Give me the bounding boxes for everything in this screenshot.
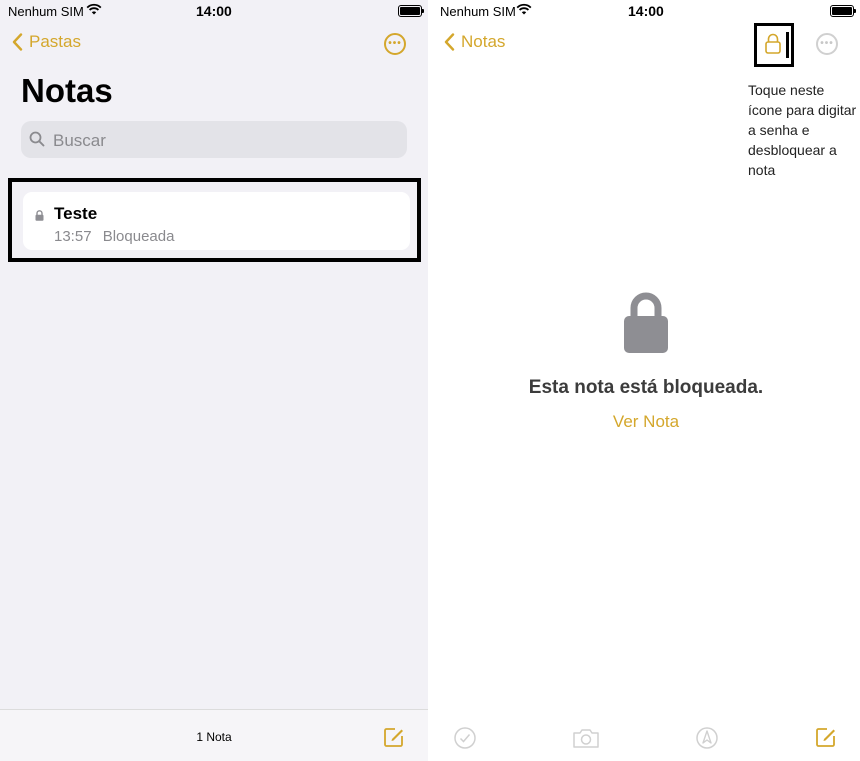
search-bar[interactable] — [21, 121, 407, 160]
list-item[interactable]: Teste 13:57 Bloqueada — [23, 192, 410, 250]
lock-button-highlight — [754, 23, 794, 67]
chevron-left-icon — [444, 33, 455, 51]
wifi-icon — [516, 3, 532, 18]
compose-icon[interactable] — [815, 726, 837, 753]
bottom-toolbar — [432, 710, 860, 761]
compose-icon[interactable] — [383, 726, 405, 753]
back-label: Notas — [461, 32, 506, 51]
ellipsis-circle-icon: ••• — [820, 38, 834, 49]
status-time: 14:00 — [196, 3, 232, 19]
note-status: Bloqueada — [102, 228, 175, 245]
text-cursor — [786, 32, 789, 58]
more-options-button[interactable]: ••• — [816, 33, 838, 55]
status-bar: Nenhum SIM 14:00 — [432, 0, 860, 22]
notes-count: 1 Nota — [196, 730, 232, 744]
instruction-annotation: Toque neste ícone para digitar a senha e… — [748, 82, 857, 178]
note-time: 13:57 — [54, 228, 92, 245]
search-input[interactable] — [51, 121, 395, 160]
status-time: 14:00 — [628, 3, 664, 19]
note-title: Teste — [54, 204, 98, 223]
back-to-notes-button[interactable]: Notas — [444, 32, 505, 52]
markup-icon[interactable] — [696, 727, 718, 754]
back-to-folders-button[interactable]: Pastas — [12, 32, 81, 52]
more-options-button[interactable]: ••• — [384, 33, 406, 55]
locked-message: Esta nota está bloqueada. — [528, 377, 764, 398]
view-note-button[interactable]: Ver Nota — [432, 412, 860, 432]
bottom-toolbar: 1 Nota — [0, 709, 428, 761]
highlight-frame: Teste 13:57 Bloqueada — [8, 178, 421, 262]
lock-icon — [432, 288, 860, 359]
checklist-icon[interactable] — [454, 727, 476, 754]
lock-icon — [35, 208, 44, 226]
locked-note-screen: Nenhum SIM 14:00 Notas ••• Toque neste í… — [432, 0, 860, 761]
lock-icon[interactable] — [765, 33, 781, 60]
battery-icon — [398, 5, 424, 17]
page-title: Notas — [21, 72, 113, 109]
carrier-label: Nenhum SIM — [440, 4, 516, 19]
battery-icon — [830, 5, 856, 17]
back-label: Pastas — [29, 32, 81, 51]
camera-icon[interactable] — [572, 727, 600, 754]
status-bar: Nenhum SIM 14:00 — [0, 0, 428, 22]
chevron-left-icon — [12, 33, 23, 51]
search-icon — [29, 131, 45, 147]
ellipsis-circle-icon: ••• — [388, 38, 402, 49]
carrier-label: Nenhum SIM — [8, 4, 84, 19]
note-subtitle: 13:57 Bloqueada — [54, 228, 174, 245]
notes-list-screen: Nenhum SIM 14:00 Pastas ••• Notas Teste … — [0, 0, 428, 761]
wifi-icon — [86, 3, 102, 18]
